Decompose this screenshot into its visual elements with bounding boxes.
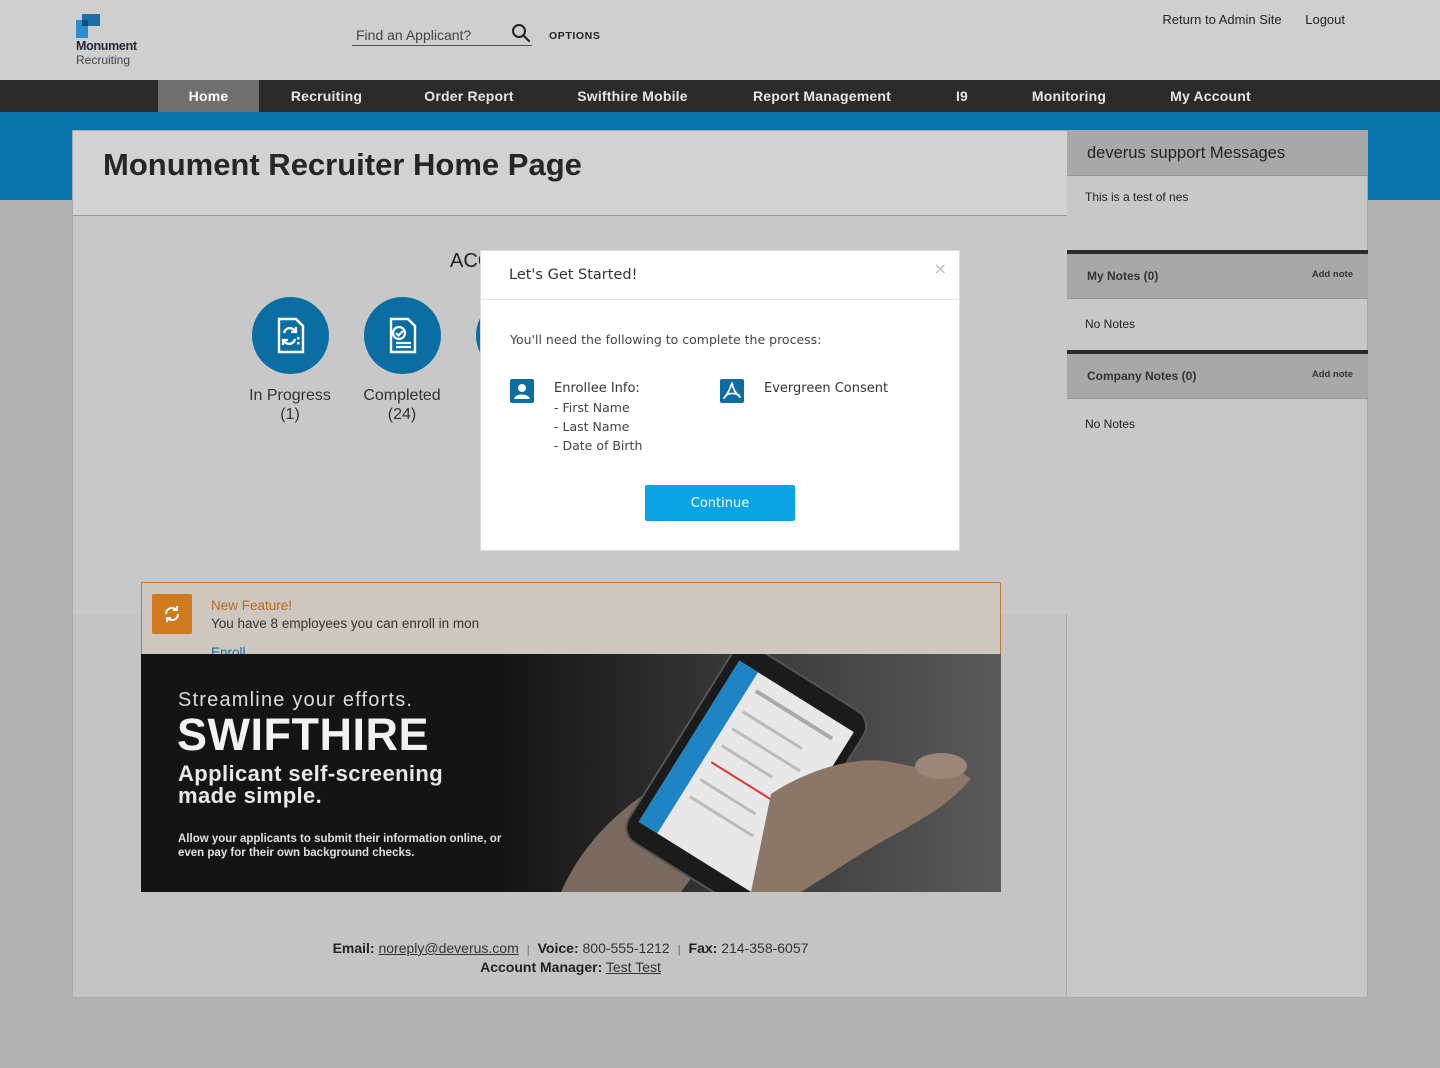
email-label: Email: [332,940,375,956]
company-notes-header: Company Notes (0) Add note [1067,350,1368,399]
voice-label: Voice: [537,940,579,956]
modal-title: Let's Get Started! [509,267,638,283]
stat-label: Completed (24) [342,386,462,424]
app-header: Monument Recruiting OPTIONS Return to Ad… [0,0,1440,80]
enrollee-info-title: Enrollee Info: [554,381,640,396]
company-notes-empty: No Notes [1085,417,1136,431]
nav-item-my-account[interactable]: My Account [1158,80,1263,112]
nav-item-order-report[interactable]: Order Report [410,80,528,112]
stat-circle[interactable] [251,297,329,374]
in-progress-icon [277,317,304,354]
stat-label-text: In Progress [249,387,331,404]
search-icon[interactable] [510,22,532,44]
add-my-note-button[interactable]: Add note [1312,269,1353,280]
close-icon[interactable]: × [934,259,947,278]
continue-button[interactable]: Continue [645,485,795,521]
my-notes-title: My Notes (0) [1087,269,1159,283]
phone-in-hand-image [501,654,1001,892]
stat-count: (24) [387,406,417,423]
account-manager-info: Account Manager: Test Test [73,959,1068,975]
get-started-modal: Let's Get Started! × You'll need the fol… [480,250,960,551]
stat-label: In Progress (1) [230,386,350,424]
nav-item-recruiting[interactable]: Recruiting [276,80,377,112]
stat-circle[interactable] [363,297,441,374]
stat-in-progress[interactable]: In Progress (1) [230,297,350,424]
messages-title: deverus support Messages [1087,144,1286,162]
add-company-note-button[interactable]: Add note [1312,369,1353,380]
applicant-search [352,20,532,46]
person-icon [510,379,534,403]
requirement-item: - Date of Birth [554,438,643,453]
modal-header: Let's Get Started! × [481,251,959,300]
logo-mark-icon [76,14,100,38]
logo-subtext: Recruiting [76,53,131,67]
feature-text: You have 8 employees you can enroll in m… [211,616,480,631]
main-nav: Home Recruiting Order Report Swifthire M… [0,80,1440,112]
fax-label: Fax: [688,940,718,956]
nav-item-i9[interactable]: I9 [942,80,982,112]
requirement-item: - Last Name [554,419,630,434]
search-input[interactable] [352,20,502,46]
stat-label-text: Completed [363,387,441,404]
return-to-admin-link[interactable]: Return to Admin Site [1162,12,1281,27]
top-links: Return to Admin Site Logout [1142,12,1345,27]
stat-completed[interactable]: Completed (24) [342,297,462,424]
fax-number: 214-358-6057 [721,940,809,956]
nav-item-report-management[interactable]: Report Management [740,80,904,112]
requirement-item: - First Name [554,400,630,415]
separator: | [677,944,681,956]
my-notes-header: My Notes (0) Add note [1067,250,1368,299]
logout-link[interactable]: Logout [1305,12,1345,27]
swifthire-banner[interactable]: Streamline your efforts. SWIFTHIRE Appli… [141,654,1001,892]
nav-item-swifthire-mobile[interactable]: Swifthire Mobile [566,80,699,112]
voice-number: 800-555-1212 [582,940,670,956]
nav-item-home[interactable]: Home [158,80,259,112]
banner-tagline: Applicant self-screening made simple. [178,761,444,808]
separator: | [526,944,530,956]
contact-info: Email: noreply@deverus.com | Voice: 800-55… [73,940,1068,956]
options-link[interactable]: OPTIONS [549,30,600,42]
consent-title: Evergreen Consent [764,381,889,396]
manager-label: Account Manager: [480,959,603,975]
logo-text: Monument [76,39,137,53]
banner-description: Allow your applicants to submit their in… [178,833,502,859]
page-title: Monument Recruiter Home Page [103,147,582,182]
manager-link[interactable]: Test Test [606,959,661,975]
refresh-icon [152,594,192,634]
messages-header: deverus support Messages [1067,131,1368,176]
support-message: This is a test of nes [1085,190,1189,204]
completed-icon [389,317,416,354]
feature-title: New Feature! [211,598,293,613]
email-link[interactable]: noreply@deverus.com [378,940,518,956]
modal-intro: You'll need the following to complete th… [510,332,822,347]
my-notes-empty: No Notes [1085,317,1136,331]
page-header: Monument Recruiter Home Page [73,131,1068,216]
pdf-icon [720,379,744,403]
sidebar: deverus support Messages This is a test … [1067,130,1368,998]
stat-count: (1) [280,406,300,423]
nav-item-monitoring[interactable]: Monitoring [1020,80,1118,112]
company-notes-title: Company Notes (0) [1087,369,1197,383]
banner-title: SWIFTHIRE [177,709,429,760]
logo[interactable]: Monument Recruiting [76,14,156,68]
